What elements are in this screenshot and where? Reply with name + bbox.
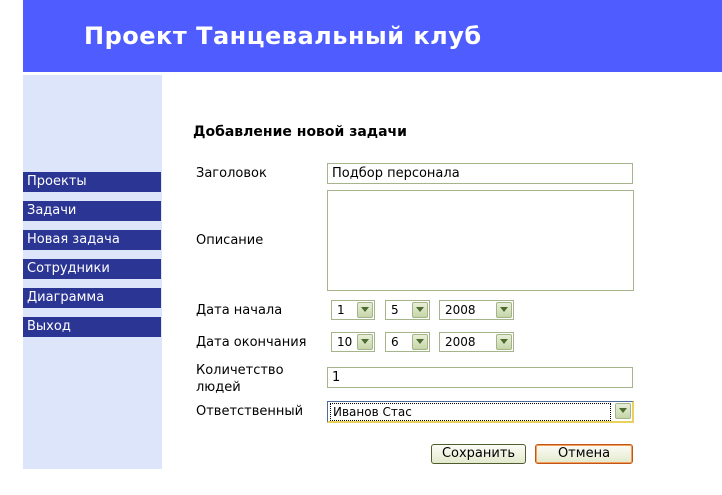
- start-day-value: 1: [337, 303, 345, 317]
- description-textarea[interactable]: [327, 190, 634, 291]
- sidebar-item-diagram[interactable]: Диаграмма: [23, 288, 161, 308]
- sidebar: Проекты Задачи Новая задача Сотрудники Д…: [23, 75, 162, 469]
- title-input[interactable]: [327, 163, 633, 184]
- title-label: Заголовок: [196, 166, 267, 181]
- save-button[interactable]: Сохранить: [431, 444, 526, 464]
- end-month-select[interactable]: 6: [385, 332, 430, 352]
- end-date-label: Дата окончания: [196, 335, 307, 350]
- chevron-down-icon: [496, 334, 512, 350]
- responsible-label: Ответственный: [196, 404, 304, 419]
- start-date-label: Дата начала: [196, 303, 283, 318]
- start-year-value: 2008: [445, 303, 476, 317]
- start-month-select[interactable]: 5: [385, 300, 430, 320]
- sidebar-item-tasks[interactable]: Задачи: [23, 201, 161, 221]
- chevron-down-icon: [615, 403, 631, 419]
- sidebar-item-new-task[interactable]: Новая задача: [23, 230, 161, 250]
- responsible-value: Иванов Стас: [330, 403, 611, 421]
- sidebar-item-employees[interactable]: Сотрудники: [23, 259, 161, 279]
- chevron-down-icon: [357, 302, 373, 318]
- start-month-value: 5: [391, 303, 399, 317]
- description-label: Описание: [196, 233, 264, 248]
- end-day-value: 10: [337, 335, 353, 349]
- chevron-down-icon: [412, 302, 428, 318]
- sidebar-item-exit[interactable]: Выход: [23, 317, 161, 337]
- start-year-select[interactable]: 2008: [439, 300, 514, 320]
- sidebar-item-projects[interactable]: Проекты: [23, 172, 161, 192]
- chevron-down-icon: [357, 334, 373, 350]
- cancel-button[interactable]: Отмена: [535, 444, 633, 464]
- page: Проект Танцевальный клуб Проекты Задачи …: [0, 0, 722, 495]
- end-year-select[interactable]: 2008: [439, 332, 514, 352]
- people-count-label: Количетство людей: [196, 363, 284, 395]
- form-title: Добавление новой задачи: [193, 124, 407, 140]
- end-day-select[interactable]: 10: [331, 332, 375, 352]
- chevron-down-icon: [496, 302, 512, 318]
- responsible-select[interactable]: Иванов Стас: [327, 401, 634, 423]
- start-day-select[interactable]: 1: [331, 300, 375, 320]
- end-year-value: 2008: [445, 335, 476, 349]
- app-title: Проект Танцевальный клуб: [84, 22, 482, 50]
- header-banner: Проект Танцевальный клуб: [23, 0, 722, 72]
- end-month-value: 6: [391, 335, 399, 349]
- people-count-input[interactable]: [327, 367, 633, 388]
- chevron-down-icon: [412, 334, 428, 350]
